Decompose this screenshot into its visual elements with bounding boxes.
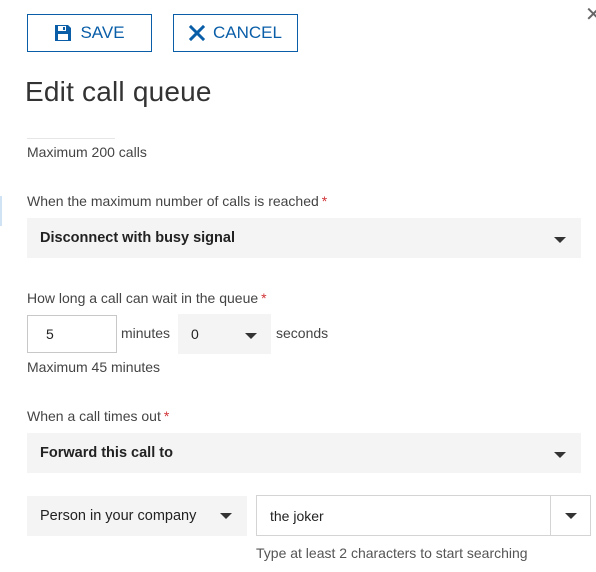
required-marker: * (163, 408, 170, 424)
focus-indicator (0, 196, 2, 226)
person-search-dropdown-button[interactable] (551, 496, 591, 535)
timeout-action-label: When a call times out * (27, 408, 170, 424)
required-marker: * (261, 290, 267, 306)
seconds-select[interactable]: 0 (178, 314, 271, 354)
chevron-down-icon (565, 513, 577, 519)
chevron-down-icon (554, 452, 566, 458)
max-calls-action-label: When the maximum number of calls is reac… (27, 193, 328, 209)
seconds-value: 0 (191, 326, 199, 342)
wait-time-hint: Maximum 45 minutes (27, 359, 161, 375)
seconds-unit-label: seconds (276, 325, 329, 341)
chevron-down-icon (554, 237, 566, 243)
wait-time-label: How long a call can wait in the queue * (27, 290, 267, 306)
cancel-button[interactable]: CANCEL (173, 14, 298, 52)
x-icon (189, 25, 206, 41)
max-calls-action-value: Disconnect with busy signal (40, 230, 235, 246)
save-button[interactable]: SAVE (27, 14, 152, 52)
divider (27, 138, 115, 139)
timeout-action-value: Forward this call to (40, 445, 173, 461)
required-marker: * (321, 193, 328, 209)
page-title: Edit call queue (25, 76, 212, 107)
max-calls-hint: Maximum 200 calls (27, 144, 147, 160)
minutes-input[interactable]: 5 (27, 315, 117, 353)
save-button-label: SAVE (80, 23, 125, 42)
forward-target-type-value: Person in your company (40, 508, 197, 524)
timeout-action-select[interactable]: Forward this call to (27, 433, 581, 473)
person-search-value: the joker (270, 508, 324, 524)
chevron-down-icon (245, 333, 257, 339)
floppy-disk-icon (54, 24, 72, 42)
forward-target-type-select[interactable]: Person in your company (27, 496, 247, 536)
person-search-input[interactable]: the joker (256, 495, 591, 536)
person-search-hint: Type at least 2 characters to start sear… (256, 545, 528, 561)
minutes-unit-label: minutes (121, 325, 171, 341)
cancel-button-label: CANCEL (213, 23, 282, 42)
close-icon[interactable]: ✕ (585, 5, 596, 25)
minutes-value: 5 (46, 326, 54, 342)
max-calls-action-select[interactable]: Disconnect with busy signal (27, 218, 581, 258)
chevron-down-icon (220, 513, 232, 519)
